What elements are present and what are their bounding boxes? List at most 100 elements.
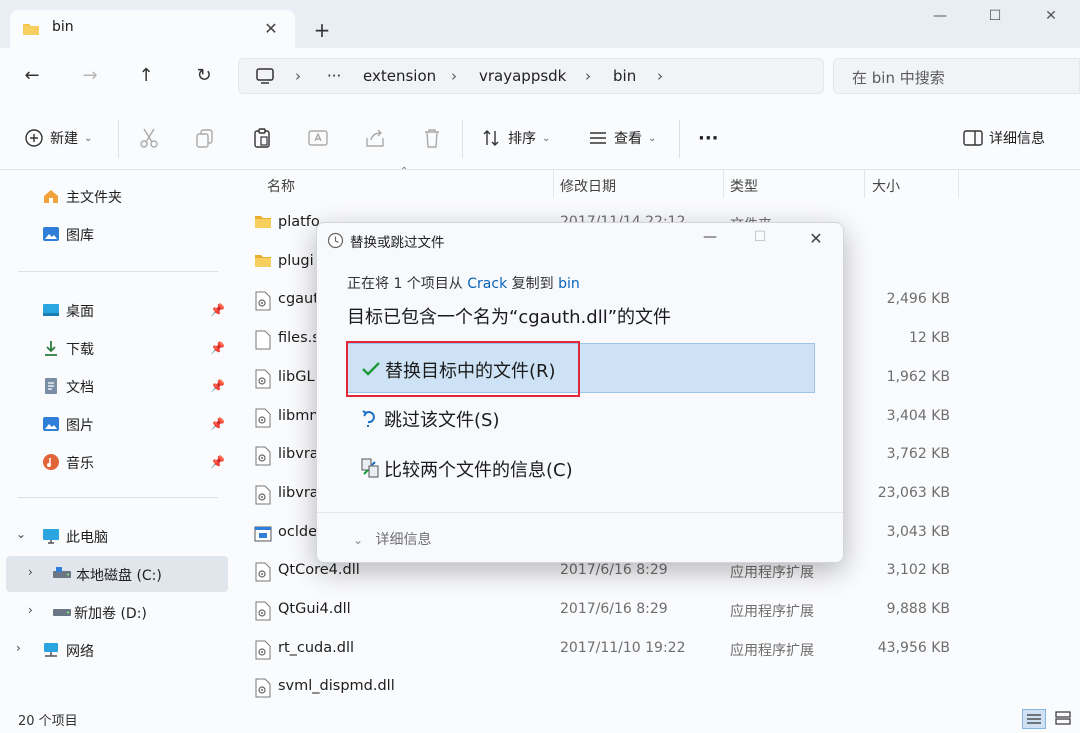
more-details-toggle[interactable]: ⌄ 详细信息 (353, 529, 432, 549)
sidebar-label: 文档 (66, 380, 94, 396)
sidebar-label: 新加卷 (D:) (74, 606, 147, 622)
address-bar[interactable]: › ··· extension › vrayappsdk › bin › (238, 58, 824, 94)
new-button[interactable]: 新建 ⌄ (24, 126, 92, 150)
sidebar-item-downloads[interactable]: 下载 📌 (0, 330, 230, 366)
maximize-button[interactable]: ☐ (980, 8, 1010, 28)
forward-icon[interactable]: → (76, 62, 104, 90)
sidebar-label: 主文件夹 (66, 190, 122, 206)
paste-icon[interactable] (250, 126, 274, 150)
details-view-toggle[interactable] (1022, 709, 1046, 729)
sidebar-item-gallery[interactable]: 图库 (0, 216, 230, 252)
file-size: 2,496 KB (886, 291, 950, 308)
view-button[interactable]: 查看 ⌄ (588, 126, 656, 150)
copy-icon[interactable] (193, 126, 217, 150)
dialog-maximize-button[interactable]: ☐ (747, 229, 773, 251)
sidebar-item-music[interactable]: 音乐 📌 (0, 444, 230, 480)
file-row[interactable]: rt_cuda.dll 2017/11/10 19:22 应用程序扩展 43,956 … (230, 630, 1080, 669)
sidebar-item-new-volume[interactable]: › 新加卷 (D:) (0, 594, 230, 630)
dialog-close-button[interactable]: ✕ (803, 229, 829, 251)
destination-folder-link[interactable]: bin (558, 276, 580, 292)
more-options-button[interactable]: ··· (698, 126, 719, 150)
skip-file-option[interactable]: 跳过该文件(S) (347, 393, 815, 443)
copy-description: 正在将 1 个项目从 Crack 复制到 bin (347, 273, 580, 293)
file-date: 2017/6/16 8:29 (560, 562, 668, 579)
share-icon[interactable] (363, 126, 387, 150)
sidebar-item-local-disk[interactable]: › 本地磁盘 (C:) (6, 556, 228, 592)
rename-icon[interactable] (306, 126, 330, 150)
desktop-icon (42, 301, 60, 319)
new-tab-button[interactable]: + (310, 18, 334, 42)
file-row[interactable]: svml_dispmd.dll (230, 668, 1080, 707)
sort-button[interactable]: 排序 ⌄ (482, 126, 550, 150)
file-name: cgaut (278, 291, 319, 308)
sidebar-label: 图库 (66, 228, 94, 244)
chevron-down-icon: ⌄ (16, 527, 27, 541)
compare-icon (359, 457, 381, 479)
sidebar-label: 下载 (66, 342, 94, 358)
application-icon (254, 524, 272, 544)
details-pane-button[interactable]: 详细信息 (963, 126, 1045, 150)
tiles-view-toggle[interactable] (1052, 709, 1076, 729)
dialog-title: 替换或跳过文件 (350, 235, 445, 251)
column-type[interactable]: 类型 (730, 176, 758, 196)
more-details-label: 详细信息 (375, 532, 432, 548)
up-icon[interactable]: ↑ (132, 62, 160, 90)
sidebar-label: 本地磁盘 (C:) (76, 568, 162, 584)
computer-icon (42, 527, 60, 545)
sidebar-item-documents[interactable]: 文档 📌 (0, 368, 230, 404)
file-size: 3,102 KB (886, 562, 950, 579)
chevron-right-icon: › (16, 641, 21, 655)
tab-bin[interactable]: bin ✕ (10, 10, 295, 48)
folder-icon (254, 253, 272, 273)
copy-text: 复制到 (511, 276, 554, 292)
sidebar-item-network[interactable]: › 网络 (0, 632, 230, 668)
file-name: platfo (278, 214, 320, 230)
column-size[interactable]: 大小 (872, 176, 900, 196)
plus-circle-icon (25, 129, 43, 147)
compare-option-label: 比较两个文件的信息(C) (384, 460, 573, 481)
dll-file-icon (254, 562, 272, 582)
file-name: files.s (278, 330, 320, 347)
column-separator[interactable] (723, 170, 724, 198)
dialog-minimize-button[interactable]: — (697, 229, 723, 251)
breadcrumb-bin[interactable]: bin (613, 67, 636, 85)
sidebar-item-desktop[interactable]: 桌面 📌 (0, 292, 230, 328)
sidebar-item-this-pc[interactable]: ⌄ 此电脑 (0, 518, 230, 554)
file-name: libvra (278, 484, 319, 501)
column-separator[interactable] (958, 170, 959, 198)
file-name: QtGui4.dll (278, 601, 351, 617)
sort-ascending-icon: ⌃ (400, 166, 409, 177)
column-name[interactable]: 名称 (267, 176, 295, 196)
column-date[interactable]: 修改日期 (560, 176, 616, 196)
sidebar-label: 音乐 (66, 456, 94, 472)
compare-files-option[interactable]: 比较两个文件的信息(C) (347, 443, 815, 493)
column-separator[interactable] (864, 170, 865, 198)
search-input[interactable]: 在 bin 中搜索 (833, 58, 1080, 94)
minimize-button[interactable]: — (925, 8, 955, 28)
file-row[interactable]: QtGui4.dll 2017/6/16 8:29 应用程序扩展 9,888 KB (230, 591, 1080, 630)
column-separator[interactable] (553, 170, 554, 198)
window-close-button[interactable]: ✕ (1036, 8, 1066, 28)
back-icon[interactable]: ← (18, 62, 46, 90)
file-size: 43,956 KB (877, 639, 950, 656)
sidebar-item-pictures[interactable]: 图片 📌 (0, 406, 230, 442)
refresh-icon[interactable]: ↻ (190, 62, 218, 90)
details-pane-icon (963, 130, 983, 146)
source-folder-link[interactable]: Crack (467, 276, 507, 292)
breadcrumb-vrayappsdk[interactable]: vrayappsdk (479, 67, 566, 85)
breadcrumb-more[interactable]: ··· (327, 67, 341, 85)
sidebar-label: 桌面 (66, 304, 94, 320)
cut-icon[interactable] (137, 126, 161, 150)
pin-icon: 📌 (210, 379, 225, 393)
sidebar-item-home[interactable]: 主文件夹 (0, 178, 230, 214)
toolbar-separator (462, 120, 463, 158)
pictures-icon (42, 415, 60, 433)
new-label: 新建 (50, 131, 78, 147)
file-size: 1,962 KB (886, 368, 950, 385)
file-name: QtCore4.dll (278, 562, 360, 579)
breadcrumb-extension[interactable]: extension (363, 67, 436, 85)
tab-close-icon[interactable]: ✕ (260, 18, 282, 40)
pin-icon: 📌 (210, 303, 225, 317)
tiles-view-icon (1055, 711, 1071, 725)
delete-icon[interactable] (420, 126, 444, 150)
